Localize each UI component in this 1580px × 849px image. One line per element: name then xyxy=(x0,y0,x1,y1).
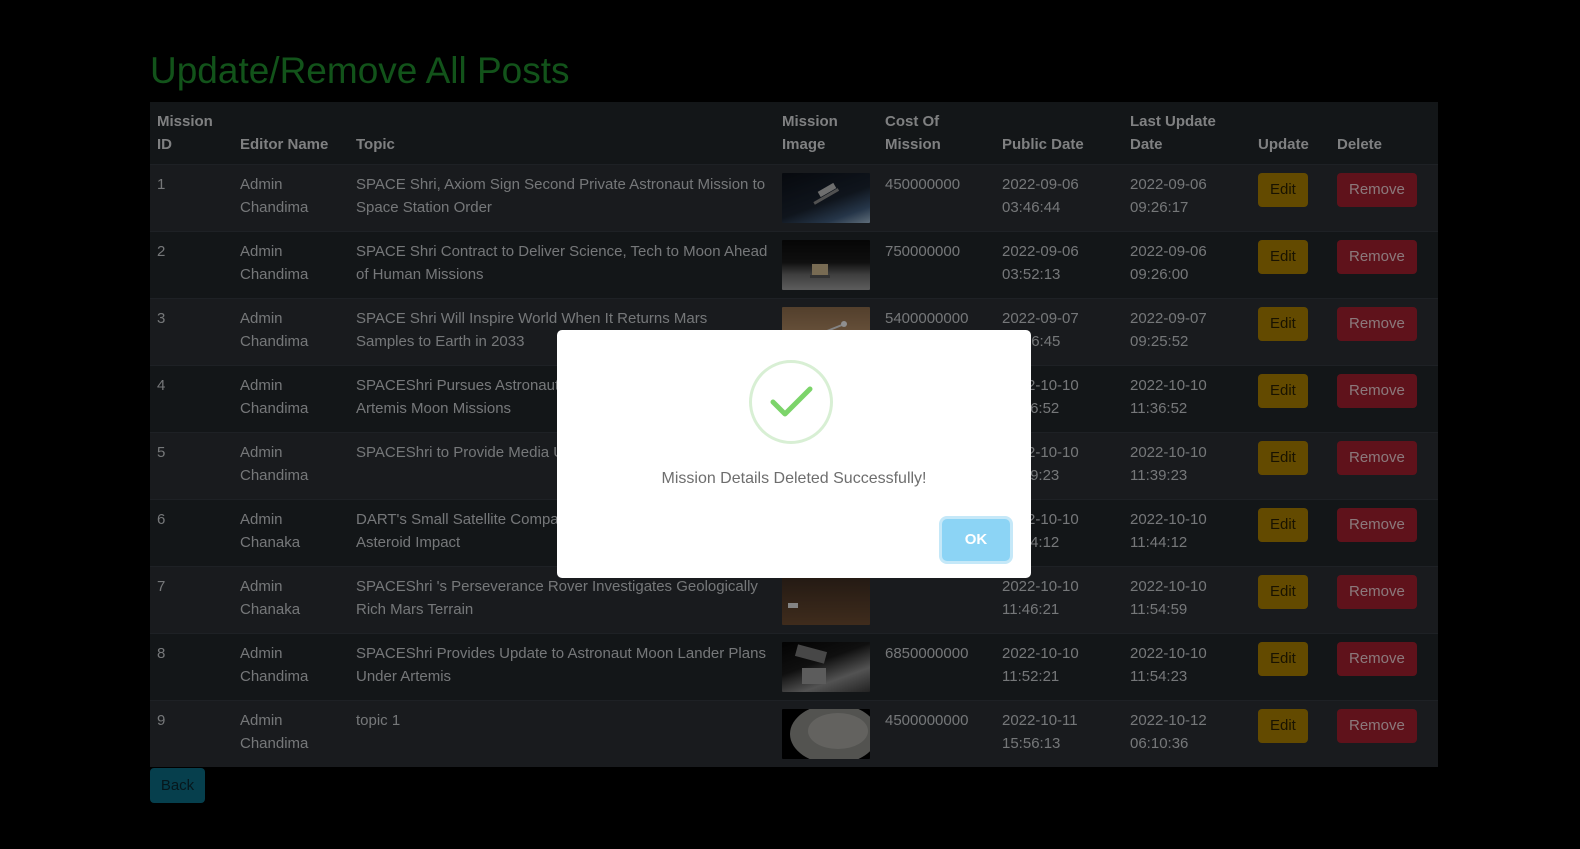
success-icon-ring xyxy=(749,360,833,444)
ok-button[interactable]: OK xyxy=(942,519,1010,561)
success-dialog: Mission Details Deleted Successfully! OK xyxy=(557,330,1031,578)
dialog-message: Mission Details Deleted Successfully! xyxy=(661,470,927,487)
page: Update/Remove All Posts Mission ID Edito… xyxy=(0,0,1580,849)
checkmark-icon xyxy=(770,386,813,417)
